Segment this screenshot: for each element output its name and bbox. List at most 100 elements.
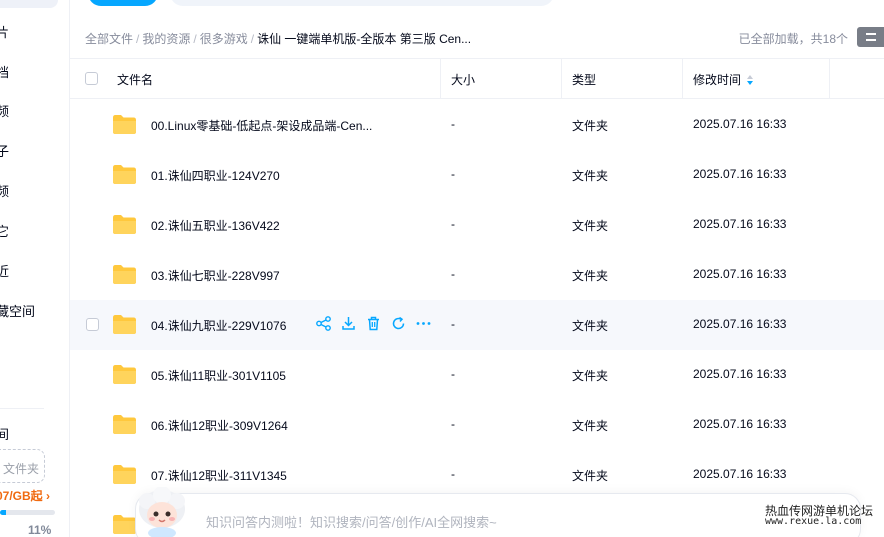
file-type: 文件夹 xyxy=(572,169,609,183)
table-row[interactable]: 01.诛仙四职业-124V270 - 文件夹 2025.07.16 16:33 xyxy=(70,150,884,200)
breadcrumb-current: 诛仙 一键端单机版-全版本 第三版 Cen... xyxy=(257,32,472,46)
sidebar-item-0[interactable]: 片 xyxy=(0,22,9,41)
file-modified: 2025.07.16 16:33 xyxy=(693,167,787,181)
folder-icon xyxy=(113,315,136,334)
ai-mascot-icon[interactable] xyxy=(135,487,189,537)
delete-icon[interactable] xyxy=(365,315,382,332)
table-header: 文件名 大小 类型 修改时间 xyxy=(70,58,884,99)
breadcrumb-item-my-resources[interactable]: 我的资源 xyxy=(142,32,190,46)
file-type: 文件夹 xyxy=(572,319,609,333)
file-modified: 2025.07.16 16:33 xyxy=(693,217,787,231)
column-header-size[interactable]: 大小 xyxy=(451,71,475,88)
table-row[interactable]: 03.诛仙七职业-228V997 - 文件夹 2025.07.16 16:33 xyxy=(70,250,884,300)
sidebar-item-8[interactable]: 间 xyxy=(0,424,9,443)
new-folder-button[interactable]: 文件夹 xyxy=(0,449,45,483)
upload-button[interactable] xyxy=(88,0,158,6)
table-row[interactable]: 04.诛仙九职业-229V1076 - 文件夹 2025.07.16 16:33 xyxy=(70,300,884,350)
folder-icon xyxy=(113,515,136,534)
sidebar: 片档频子频它近藏空间间 文件夹 07/GB起 › 11% xyxy=(0,0,70,537)
folder-icon xyxy=(113,215,136,234)
sidebar-item-4[interactable]: 频 xyxy=(0,181,9,200)
table-row[interactable]: 06.诛仙12职业-309V1264 - 文件夹 2025.07.16 16:33 xyxy=(70,400,884,450)
file-type: 文件夹 xyxy=(572,419,609,433)
column-divider[interactable] xyxy=(561,59,562,98)
row-actions xyxy=(315,315,432,335)
column-divider[interactable] xyxy=(440,59,441,98)
file-name[interactable]: 07.诛仙12职业-311V1345 xyxy=(151,467,287,484)
column-header-modified-label: 修改时间 xyxy=(693,73,742,87)
file-type: 文件夹 xyxy=(572,269,609,283)
table-row[interactable]: 00.Linux零基础-低起点-架设成品端-Cen... - 文件夹 2025.07.… xyxy=(70,100,884,150)
row-checkbox[interactable] xyxy=(86,318,99,331)
file-name[interactable]: 03.诛仙七职业-228V997 xyxy=(151,267,280,284)
file-type: 文件夹 xyxy=(572,469,609,483)
share-icon[interactable] xyxy=(315,315,332,332)
storage-usage-percent: 11% xyxy=(28,523,52,537)
breadcrumb-separator: / xyxy=(250,32,255,46)
column-header-name[interactable]: 文件名 xyxy=(117,71,153,88)
column-header-type[interactable]: 类型 xyxy=(572,71,596,88)
column-divider[interactable] xyxy=(682,59,683,98)
watermark-url: www.rexue.la.com xyxy=(765,516,862,527)
column-header-modified[interactable]: 修改时间 xyxy=(693,71,754,88)
breadcrumb: 全部文件 / 我的资源 / 很多游戏 / 诛仙 一键端单机版-全版本 第三版 Cen... xyxy=(85,30,471,47)
sidebar-item-3[interactable]: 子 xyxy=(0,141,9,160)
more-icon[interactable] xyxy=(415,315,432,332)
file-size: - xyxy=(451,167,455,181)
sidebar-active-highlight xyxy=(0,0,58,8)
file-size: - xyxy=(451,217,455,231)
breadcrumb-item-games[interactable]: 很多游戏 xyxy=(200,32,248,46)
new-folder-label: 文件夹 xyxy=(3,462,40,476)
file-type: 文件夹 xyxy=(572,219,609,233)
file-modified: 2025.07.16 16:33 xyxy=(693,367,787,381)
folder-icon xyxy=(113,465,136,484)
sidebar-item-6[interactable]: 近 xyxy=(0,261,9,280)
sidebar-divider xyxy=(0,408,44,409)
column-divider[interactable] xyxy=(829,59,830,98)
table-row[interactable]: 05.诛仙11职业-301V1105 - 文件夹 2025.07.16 16:33 xyxy=(70,350,884,400)
file-name[interactable]: 00.Linux零基础-低起点-架设成品端-Cen... xyxy=(151,117,372,134)
folder-icon xyxy=(113,415,136,434)
file-name[interactable]: 06.诛仙12职业-309V1264 xyxy=(151,417,288,434)
list-view-icon-line xyxy=(866,39,876,41)
sidebar-item-1[interactable]: 档 xyxy=(0,62,9,81)
storage-usage-fill xyxy=(0,510,7,515)
folder-icon xyxy=(113,365,136,384)
list-view-icon xyxy=(866,33,876,35)
sidebar-item-2[interactable]: 频 xyxy=(0,101,9,120)
file-type: 文件夹 xyxy=(572,119,609,133)
sidebar-item-5[interactable]: 它 xyxy=(0,221,9,240)
file-modified: 2025.07.16 16:33 xyxy=(693,467,787,481)
file-type: 文件夹 xyxy=(572,369,609,383)
folder-icon xyxy=(113,165,136,184)
file-name[interactable]: 02.诛仙五职业-136V422 xyxy=(151,217,280,234)
select-all-checkbox[interactable] xyxy=(85,72,98,85)
file-modified: 2025.07.16 16:33 xyxy=(693,317,787,331)
file-modified: 2025.07.16 16:33 xyxy=(693,267,787,281)
sort-icon[interactable] xyxy=(747,75,754,85)
download-icon[interactable] xyxy=(340,315,357,332)
file-size: - xyxy=(451,417,455,431)
folder-icon xyxy=(113,265,136,284)
search-box[interactable] xyxy=(170,0,554,6)
file-size: - xyxy=(451,117,455,131)
file-name[interactable]: 05.诛仙11职业-301V1105 xyxy=(151,367,286,384)
file-modified: 2025.07.16 16:33 xyxy=(693,117,787,131)
file-size: - xyxy=(451,467,455,481)
breadcrumb-item-all-files[interactable]: 全部文件 xyxy=(85,32,133,46)
ai-assistant-bar[interactable]: 知识问答内测啦！知识搜索/问答/创作/AI全网搜索~ xyxy=(135,493,861,537)
file-size: - xyxy=(451,367,455,381)
breadcrumb-separator: / xyxy=(193,32,197,46)
file-size: - xyxy=(451,317,455,331)
file-name[interactable]: 04.诛仙九职业-229V1076 xyxy=(151,317,286,334)
storage-usage-bar xyxy=(0,510,55,515)
breadcrumb-separator: / xyxy=(136,32,140,46)
storage-promo-link[interactable]: 07/GB起 › xyxy=(0,487,50,504)
refresh-icon[interactable] xyxy=(390,315,407,332)
sidebar-item-7[interactable]: 藏空间 xyxy=(0,301,35,320)
table-row[interactable]: 02.诛仙五职业-136V422 - 文件夹 2025.07.16 16:33 xyxy=(70,200,884,250)
load-status: 已全部加载，共18个 xyxy=(738,32,848,46)
view-toggle-button[interactable] xyxy=(857,27,884,47)
file-modified: 2025.07.16 16:33 xyxy=(693,417,787,431)
file-name[interactable]: 01.诛仙四职业-124V270 xyxy=(151,167,280,184)
